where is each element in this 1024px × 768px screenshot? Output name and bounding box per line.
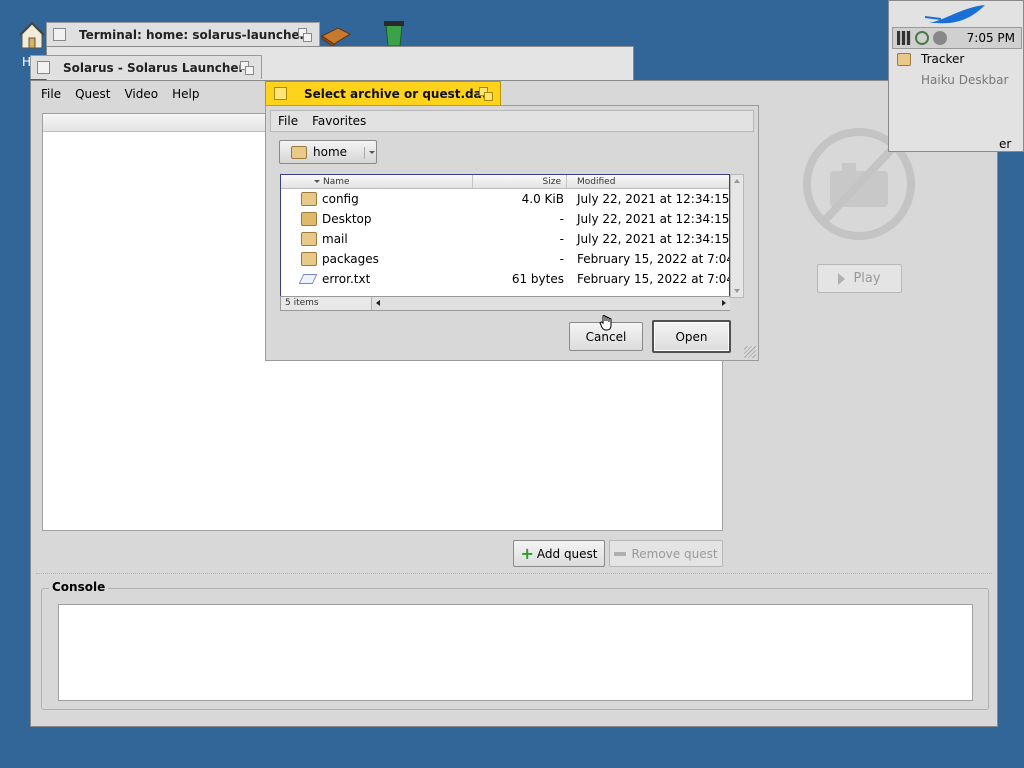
column-modified-header[interactable]: Modified <box>567 175 729 189</box>
sort-indicator-icon <box>314 180 320 183</box>
launcher-menu-quest[interactable]: Quest <box>68 87 117 101</box>
scroll-up-arrow[interactable] <box>734 179 740 183</box>
deskbar: 7:05 PM Tracker Haiku Deskbar er <box>888 0 1024 152</box>
scroll-down-arrow[interactable] <box>734 289 740 293</box>
play-icon <box>838 272 846 285</box>
console-label: Console <box>49 580 109 594</box>
launcher-window-tab[interactable]: Solarus - Solarus Launcher <box>30 55 262 79</box>
volume-icon[interactable] <box>933 31 947 45</box>
launcher-close-button[interactable] <box>37 61 50 74</box>
file-size: - <box>559 252 564 266</box>
deskbar-item-deskbar-label: Haiku Deskbar <box>921 73 1009 85</box>
file-modified: July 22, 2021 at 12:34:15 PM <box>577 212 730 226</box>
file-dialog-close-button[interactable] <box>274 87 287 100</box>
scroll-left-arrow[interactable] <box>376 300 380 306</box>
play-button[interactable]: Play <box>817 264 902 293</box>
launcher-menu-help[interactable]: Help <box>165 87 206 101</box>
file-dialog-title: Select archive or quest.dat <box>304 86 488 101</box>
file-modified: July 22, 2021 at 12:34:15 PM <box>577 192 730 206</box>
file-name: error.txt <box>322 272 371 286</box>
mail-folder-icon <box>301 232 317 246</box>
file-name: Desktop <box>322 212 372 226</box>
plus-icon: + <box>520 543 534 563</box>
home-desktop-icon[interactable] <box>18 20 46 50</box>
add-quest-button[interactable]: + Add quest <box>513 540 605 567</box>
launcher-window-title: Solarus - Solarus Launcher <box>63 60 245 75</box>
file-size: 61 bytes <box>511 272 564 286</box>
minus-icon <box>614 551 627 556</box>
terminal-window-title: Terminal: home: solarus-launcher <box>79 27 306 42</box>
file-row-error-txt[interactable]: error.txt 61 bytes February 15, 2022 at … <box>281 269 729 289</box>
chevron-down-icon <box>364 147 365 159</box>
add-quest-label: Add quest <box>536 546 598 561</box>
file-modified: July 22, 2021 at 12:34:15 PM <box>577 232 730 246</box>
file-size: - <box>559 212 564 226</box>
column-name-label: Name <box>323 176 350 187</box>
terminal-window-tab[interactable]: Terminal: home: solarus-launcher <box>46 22 320 46</box>
packages-folder-icon <box>301 252 317 266</box>
file-size: - <box>559 232 564 246</box>
remove-quest-label: Remove quest <box>631 546 718 561</box>
home-folder-icon <box>291 146 307 159</box>
file-dialog: File Favorites home Name Size Modified c… <box>265 105 759 361</box>
file-dialog-zoom-button[interactable] <box>479 87 494 101</box>
location-dropdown[interactable]: home <box>279 140 377 164</box>
deskbar-item-deskbar[interactable]: Haiku Deskbar <box>897 73 1017 85</box>
open-button[interactable]: Open <box>652 320 731 353</box>
column-size-header[interactable]: Size <box>473 175 567 189</box>
console-output[interactable] <box>58 604 973 701</box>
terminal-zoom-button[interactable] <box>298 28 313 42</box>
deskbar-item-tracker-label: Tracker <box>921 52 965 66</box>
file-dialog-tab[interactable]: Select archive or quest.dat <box>265 81 501 105</box>
file-row-packages[interactable]: packages - February 15, 2022 at 7:04 PM <box>281 249 729 269</box>
file-dialog-menu-file[interactable]: File <box>271 114 305 128</box>
scroll-right-arrow[interactable] <box>722 300 726 306</box>
column-name-header[interactable]: Name <box>281 175 473 189</box>
file-row-config[interactable]: config 4.0 KiB July 22, 2021 at 12:34:15… <box>281 189 730 209</box>
terminal-close-button[interactable] <box>53 28 66 41</box>
file-list[interactable]: Name Size Modified config 4.0 KiB July 2… <box>280 174 730 298</box>
file-name: mail <box>322 232 348 246</box>
remove-quest-button[interactable]: Remove quest <box>609 540 723 567</box>
location-dropdown-label: home <box>313 145 348 159</box>
file-list-vertical-scrollbar[interactable] <box>730 174 744 298</box>
separator <box>36 573 992 574</box>
file-dialog-menubar: File Favorites <box>270 110 754 132</box>
file-row-mail[interactable]: mail - July 22, 2021 at 12:34:15 PM <box>281 229 730 249</box>
deskbar-clock[interactable]: 7:05 PM <box>967 31 1015 45</box>
launcher-menu-video[interactable]: Video <box>117 87 165 101</box>
file-list-horizontal-scrollbar[interactable] <box>371 297 730 310</box>
folder-icon <box>301 192 317 206</box>
file-dialog-menu-favorites[interactable]: Favorites <box>305 114 373 128</box>
book-desktop-icon[interactable] <box>320 26 352 48</box>
launcher-zoom-button[interactable] <box>240 61 255 75</box>
open-button-label: Open <box>675 329 708 344</box>
text-file-icon <box>298 274 318 284</box>
cpu-monitor-icon[interactable] <box>897 31 911 45</box>
column-modified-label: Modified <box>577 176 616 187</box>
network-icon[interactable] <box>915 31 929 45</box>
file-size: 4.0 KiB <box>521 192 564 206</box>
item-count: 5 items <box>285 298 319 308</box>
deskbar-tray: 7:05 PM <box>892 27 1022 49</box>
file-row-desktop[interactable]: Desktop - July 22, 2021 at 12:34:15 PM <box>281 209 730 229</box>
deskbar-item-tracker[interactable]: Tracker <box>897 51 1017 69</box>
column-size-label: Size <box>542 176 561 187</box>
file-name: config <box>322 192 359 206</box>
file-name: packages <box>322 252 379 266</box>
hand-cursor-icon <box>599 314 617 332</box>
leaf-menu-icon[interactable] <box>923 3 989 27</box>
dropdown-arrow <box>369 151 375 154</box>
desktop-folder-icon <box>301 212 317 226</box>
launcher-menu-file[interactable]: File <box>34 87 68 101</box>
file-modified: February 15, 2022 at 7:04 PM <box>577 272 729 286</box>
deskbar-item-partial-label: er <box>999 137 1012 151</box>
resize-grip-icon[interactable] <box>744 346 756 358</box>
launcher-menubar: File Quest Video Help <box>34 84 206 104</box>
file-modified: February 15, 2022 at 7:04 PM <box>577 252 729 266</box>
tracker-icon <box>897 53 911 66</box>
trash-desktop-icon[interactable] <box>380 18 408 48</box>
file-list-status-bar: 5 items <box>280 296 730 311</box>
play-button-label: Play <box>853 271 881 286</box>
